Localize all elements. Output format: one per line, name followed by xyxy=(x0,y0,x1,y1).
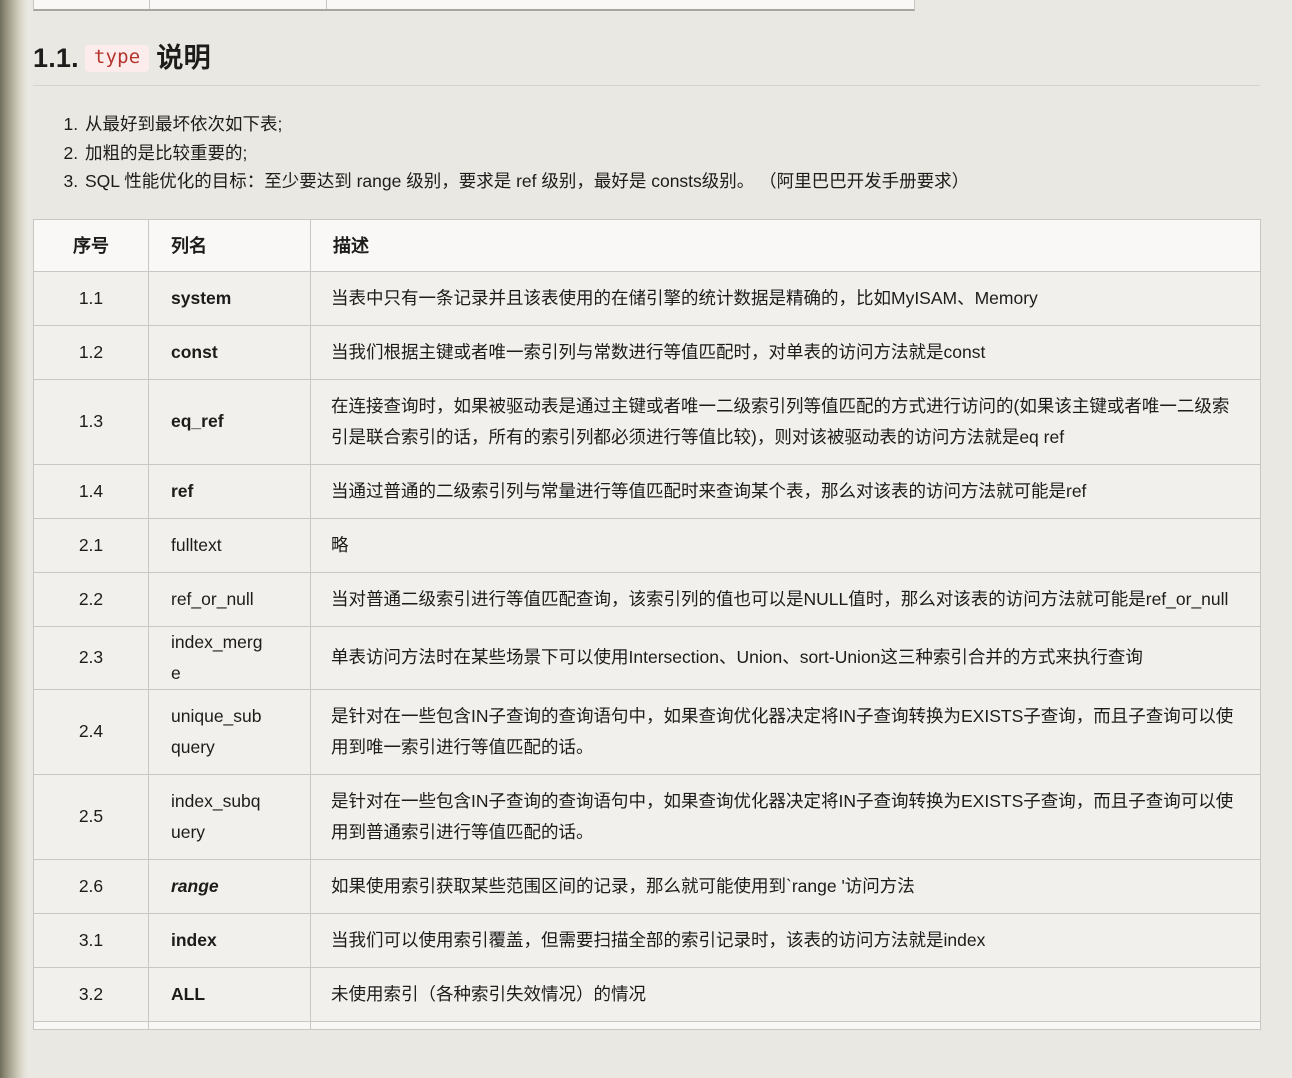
description-cell: 当表中只有一条记录并且该表使用的在储引擎的统计数据是精确的，比如MyISAM、M… xyxy=(311,271,1261,325)
description-cell: 是针对在一些包含IN子查询的查询语句中，如果查询优化器决定将IN子查询转换为EX… xyxy=(311,774,1261,859)
table-fragment-divider xyxy=(149,0,150,9)
row-number-cell: 1.3 xyxy=(34,379,149,464)
type-name-cell: index_merge xyxy=(149,626,311,689)
row-number-cell: 3.2 xyxy=(34,967,149,1021)
description-cell: 在连接查询时，如果被驱动表是通过主键或者唯一二级索引列等值匹配的方式进行访问的(… xyxy=(311,379,1261,464)
type-name-cell: system xyxy=(149,271,311,325)
type-name-cell: unique_subquery xyxy=(149,689,311,774)
table-row: 3.1 index 当我们可以使用索引覆盖，但需要扫描全部的索引记录时，该表的访… xyxy=(34,913,1261,967)
table-header-row: 序号 列名 描述 xyxy=(34,219,1261,271)
description-cell: 未使用索引（各种索引失效情况）的情况 xyxy=(311,967,1261,1021)
description-cell: 如果使用索引获取某些范围区间的记录，那么就可能使用到`range '访问方法 xyxy=(311,859,1261,913)
table-row: 2.4 unique_subquery 是针对在一些包含IN子查询的查询语句中，… xyxy=(34,689,1261,774)
table-row: 2.3 index_merge 单表访问方法时在某些场景下可以使用Interse… xyxy=(34,626,1261,689)
row-number-cell: 2.2 xyxy=(34,572,149,626)
type-name-cell: range xyxy=(149,859,311,913)
type-name-cell: eq_ref xyxy=(149,379,311,464)
column-header-number: 序号 xyxy=(34,219,149,271)
description-cell: 当通过普通的二级索引列与常量进行等值匹配时来查询某个表，那么对该表的访问方法就可… xyxy=(311,464,1261,518)
heading-title: 说明 xyxy=(156,43,210,73)
next-row-fragment xyxy=(34,1021,1261,1029)
table-row: 2.6 range 如果使用索引获取某些范围区间的记录，那么就可能使用到`ran… xyxy=(34,859,1261,913)
row-number-cell: 1.4 xyxy=(34,464,149,518)
note-item: 从最好到最坏依次如下表; xyxy=(83,110,1260,139)
type-name-cell: ref xyxy=(149,464,311,518)
column-header-name: 列名 xyxy=(149,219,311,271)
previous-table-fragment xyxy=(33,0,915,11)
note-item: 加粗的是比较重要的; xyxy=(83,139,1260,168)
row-number-cell: 2.1 xyxy=(34,518,149,572)
next-row-fragment-cell xyxy=(311,1021,1261,1029)
description-cell: 当我们可以使用索引覆盖，但需要扫描全部的索引记录时，该表的访问方法就是index xyxy=(311,913,1261,967)
table-row: 1.4 ref 当通过普通的二级索引列与常量进行等值匹配时来查询某个表，那么对该… xyxy=(34,464,1261,518)
row-number-cell: 2.3 xyxy=(34,626,149,689)
table-row: 2.5 index_subquery 是针对在一些包含IN子查询的查询语句中，如… xyxy=(34,774,1261,859)
table-row: 2.2 ref_or_null 当对普通二级索引进行等值匹配查询，该索引列的值也… xyxy=(34,572,1261,626)
next-row-fragment-cell xyxy=(149,1021,311,1029)
description-cell: 略 xyxy=(311,518,1261,572)
table-row: 1.1 system 当表中只有一条记录并且该表使用的在储引擎的统计数据是精确的… xyxy=(34,271,1261,325)
heading-number: 1.1. xyxy=(33,43,79,73)
inline-code-type: type xyxy=(85,45,150,72)
description-cell: 是针对在一些包含IN子查询的查询语句中，如果查询优化器决定将IN子查询转换为EX… xyxy=(311,689,1261,774)
table-row: 2.1 fulltext 略 xyxy=(34,518,1261,572)
type-name-cell: index_subquery xyxy=(149,774,311,859)
column-header-description: 描述 xyxy=(311,219,1261,271)
description-cell: 单表访问方法时在某些场景下可以使用Intersection、Union、sort… xyxy=(311,626,1261,689)
row-number-cell: 1.2 xyxy=(34,325,149,379)
next-row-fragment-cell xyxy=(34,1021,149,1029)
row-number-cell: 2.5 xyxy=(34,774,149,859)
type-name-cell: index xyxy=(149,913,311,967)
description-cell: 当对普通二级索引进行等值匹配查询，该索引列的值也可以是NULL值时，那么对该表的… xyxy=(311,572,1261,626)
table-row: 1.2 const 当我们根据主键或者唯一索引列与常数进行等值匹配时，对单表的访… xyxy=(34,325,1261,379)
type-levels-table: 序号 列名 描述 1.1 system 当表中只有一条记录并且该表使用的在储引擎… xyxy=(33,219,1261,1030)
row-number-cell: 2.6 xyxy=(34,859,149,913)
document-content: 1.1.type说明 从最好到最坏依次如下表; 加粗的是比较重要的; SQL 性… xyxy=(33,0,1260,1030)
row-number-cell: 3.1 xyxy=(34,913,149,967)
row-number-cell: 2.4 xyxy=(34,689,149,774)
type-name-cell: const xyxy=(149,325,311,379)
section-heading: 1.1.type说明 xyxy=(33,24,1260,86)
table-row: 1.3 eq_ref 在连接查询时，如果被驱动表是通过主键或者唯一二级索引列等值… xyxy=(34,379,1261,464)
type-name-cell: fulltext xyxy=(149,518,311,572)
row-number-cell: 1.1 xyxy=(34,271,149,325)
type-name-cell: ref_or_null xyxy=(149,572,311,626)
table-fragment-divider xyxy=(326,0,327,9)
description-cell: 当我们根据主键或者唯一索引列与常数进行等值匹配时，对单表的访问方法就是const xyxy=(311,325,1261,379)
notes-list: 从最好到最坏依次如下表; 加粗的是比较重要的; SQL 性能优化的目标：至少要达… xyxy=(33,110,1260,196)
note-item: SQL 性能优化的目标：至少要达到 range 级别，要求是 ref 级别，最好… xyxy=(83,167,1260,196)
table-row: 3.2 ALL 未使用索引（各种索引失效情况）的情况 xyxy=(34,967,1261,1021)
page-left-shadow xyxy=(0,0,28,1078)
type-name-cell: ALL xyxy=(149,967,311,1021)
document-page: 1.1.type说明 从最好到最坏依次如下表; 加粗的是比较重要的; SQL 性… xyxy=(0,0,1292,1078)
